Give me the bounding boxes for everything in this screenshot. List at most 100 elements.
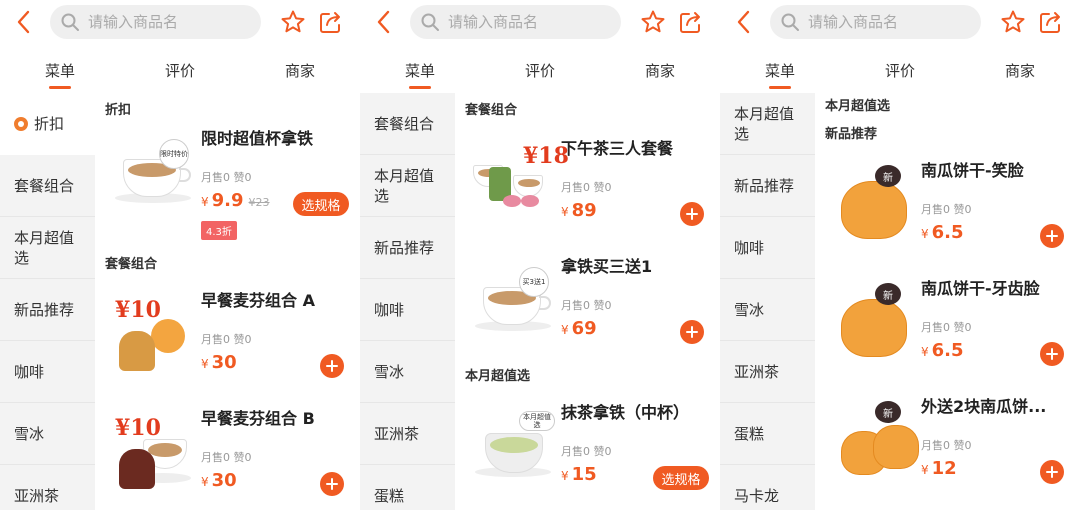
section-title: 折扣 — [105, 103, 132, 118]
back-button[interactable] — [8, 6, 38, 38]
product-name: 南瓜饼干-笑脸 — [921, 161, 1024, 180]
sidebar-item-ice[interactable]: 雪冰 — [360, 341, 455, 403]
product-name: 外送2块南瓜饼... — [921, 397, 1047, 416]
add-to-cart-button[interactable] — [1040, 224, 1064, 248]
tab-reviews[interactable]: 评价 — [870, 60, 930, 81]
sidebar-item-asian-tea[interactable]: 亚洲茶 — [0, 465, 95, 510]
add-to-cart-button[interactable] — [1040, 342, 1064, 366]
share-button[interactable] — [1036, 7, 1066, 37]
sidebar-item-asian-tea[interactable]: 亚洲茶 — [720, 341, 815, 403]
top-bar — [0, 0, 360, 44]
tab-menu[interactable]: 菜单 — [750, 60, 810, 81]
share-button[interactable] — [676, 7, 706, 37]
sidebar-item-label: 咖啡 — [734, 238, 765, 257]
star-icon — [1001, 10, 1025, 33]
tab-merchant[interactable]: 商家 — [270, 60, 330, 81]
tab-merchant[interactable]: 商家 — [630, 60, 690, 81]
sidebar-item-label: 套餐组合 — [374, 114, 435, 133]
sidebar-item-new[interactable]: 新品推荐 — [720, 155, 815, 217]
product-item[interactable]: 限时特价 限时超值杯拿铁 月售0 赞0 ¥9.9 ¥23 4.3折 选规格 — [95, 125, 360, 243]
search-input[interactable] — [88, 13, 258, 31]
product-item[interactable]: 新 南瓜饼干-笑脸 月售0 赞0 ¥6.5 — [815, 157, 1080, 275]
sidebar-item-monthly-value[interactable]: 本月超值选 — [0, 217, 95, 279]
plus-icon — [1046, 466, 1058, 478]
sidebar-item-new[interactable]: 新品推荐 — [0, 279, 95, 341]
sidebar-item-monthly-value[interactable]: 本月超值选 — [360, 155, 455, 217]
tab-indicator — [49, 86, 71, 89]
product-price: ¥89 — [561, 200, 597, 221]
sidebar-item-asian-tea[interactable]: 亚洲茶 — [360, 403, 455, 465]
chevron-left-icon — [737, 10, 750, 34]
add-to-cart-button[interactable] — [680, 320, 704, 344]
tab-merchant[interactable]: 商家 — [990, 60, 1050, 81]
favorite-button[interactable] — [998, 7, 1028, 37]
product-image: 新 — [833, 283, 913, 363]
tab-bar: 菜单 评价 商家 — [0, 46, 360, 94]
sidebar-item-discount[interactable]: 折扣 — [0, 93, 95, 155]
product-item[interactable]: 新 外送2块南瓜饼... 月售0 赞0 ¥12 — [815, 393, 1080, 510]
product-item[interactable]: ¥18 下午茶三人套餐 月售0 赞0 ¥89 — [455, 135, 720, 253]
sidebar-item-cake[interactable]: 蛋糕 — [720, 403, 815, 465]
product-price: ¥9.9 ¥23 — [201, 190, 270, 211]
sidebar-item-label: 亚洲茶 — [734, 362, 780, 381]
share-icon — [680, 12, 700, 33]
sidebar-item-combo[interactable]: 套餐组合 — [360, 93, 455, 155]
sidebar-item-coffee[interactable]: 咖啡 — [360, 279, 455, 341]
star-icon — [641, 10, 665, 33]
sidebar-item-label: 咖啡 — [374, 300, 405, 319]
sidebar-item-coffee[interactable]: 咖啡 — [0, 341, 95, 403]
product-item[interactable]: 买3送1 拿铁买三送1 月售0 赞0 ¥69 — [455, 253, 720, 371]
product-image: 新 — [833, 401, 919, 481]
product-item[interactable]: 新 南瓜饼干-牙齿脸 月售0 赞0 ¥6.5 — [815, 275, 1080, 393]
favorite-button[interactable] — [638, 7, 668, 37]
sidebar-item-label: 本月超值选 — [374, 166, 435, 205]
product-item[interactable]: ¥10 早餐麦芬组合 B 月售0 赞0 ¥30 — [95, 405, 360, 510]
sidebar-item-ice[interactable]: 雪冰 — [720, 279, 815, 341]
sidebar-item-ice[interactable]: 雪冰 — [0, 403, 95, 465]
tab-reviews[interactable]: 评价 — [510, 60, 570, 81]
sidebar-item-label: 雪冰 — [14, 424, 45, 443]
back-button[interactable] — [728, 6, 758, 38]
sidebar-item-coffee[interactable]: 咖啡 — [720, 217, 815, 279]
add-to-cart-button[interactable] — [320, 472, 344, 496]
product-sales: 月售0 赞0 — [201, 171, 252, 184]
product-item[interactable]: 本月超值选 抹茶拿铁（中杯） 月售0 赞0 ¥15 选规格 — [455, 399, 720, 510]
sidebar-item-new[interactable]: 新品推荐 — [360, 217, 455, 279]
tab-reviews[interactable]: 评价 — [150, 60, 210, 81]
add-to-cart-button[interactable] — [320, 354, 344, 378]
sidebar-item-label: 本月超值选 — [14, 228, 75, 267]
sidebar-item-combo[interactable]: 套餐组合 — [0, 155, 95, 217]
search-box[interactable] — [50, 5, 261, 39]
product-name: 下午茶三人套餐 — [561, 139, 674, 158]
plus-icon — [326, 360, 338, 372]
add-to-cart-button[interactable] — [680, 202, 704, 226]
star-icon — [281, 10, 305, 33]
tab-bar: 菜单 评价 商家 — [360, 46, 720, 94]
search-input[interactable] — [808, 13, 978, 31]
sidebar-item-cake[interactable]: 蛋糕 — [360, 465, 455, 510]
tab-menu[interactable]: 菜单 — [390, 60, 450, 81]
product-list: 套餐组合 ¥18 下午茶三人套餐 月售0 赞0 ¥89 买3送1 拿铁买三送1 … — [455, 93, 720, 510]
select-spec-button[interactable]: 选规格 — [293, 192, 349, 216]
sidebar-item-macaron[interactable]: 马卡龙 — [720, 465, 815, 510]
back-button[interactable] — [368, 6, 398, 38]
share-button[interactable] — [316, 7, 346, 37]
share-icon — [1040, 12, 1060, 33]
search-box[interactable] — [770, 5, 981, 39]
favorite-button[interactable] — [278, 7, 308, 37]
add-to-cart-button[interactable] — [1040, 460, 1064, 484]
top-bar — [360, 0, 720, 44]
tab-menu[interactable]: 菜单 — [30, 60, 90, 81]
product-item[interactable]: ¥10 早餐麦芬组合 A 月售0 赞0 ¥30 — [95, 287, 360, 405]
menu-panel-3: 菜单 评价 商家 本月超值选 新品推荐 咖啡 雪冰 亚洲茶 蛋糕 马卡龙 本月超… — [720, 0, 1080, 510]
promo-tag: ¥10 — [115, 297, 161, 323]
select-spec-button[interactable]: 选规格 — [653, 466, 709, 490]
section-title: 套餐组合 — [465, 103, 518, 118]
share-icon — [320, 12, 340, 33]
plus-icon — [686, 208, 698, 220]
search-box[interactable] — [410, 5, 621, 39]
search-input[interactable] — [448, 13, 618, 31]
product-sales: 月售0 赞0 — [561, 181, 612, 194]
sidebar-item-label: 蛋糕 — [374, 486, 405, 505]
sidebar-item-monthly-value[interactable]: 本月超值选 — [720, 93, 815, 155]
